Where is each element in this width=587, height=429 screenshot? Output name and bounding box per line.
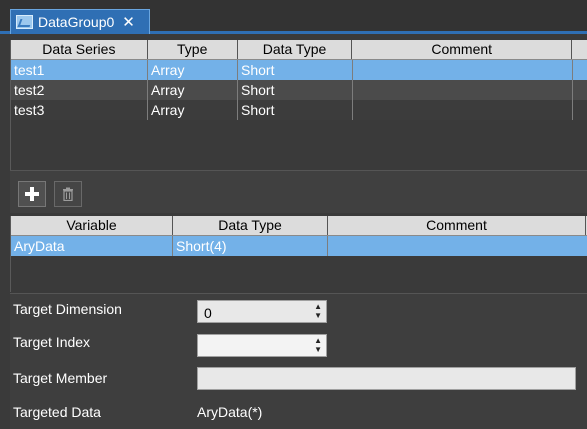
column-header-comment[interactable]: Comment: [328, 216, 586, 235]
data-trace-icon: [16, 15, 33, 29]
cell-comment[interactable]: [328, 236, 586, 256]
cell-data-type[interactable]: Short: [238, 80, 353, 100]
table-row[interactable]: AryData Short(4): [11, 236, 587, 256]
target-dimension-spinner[interactable]: 0 ▲ ▼: [197, 300, 327, 323]
column-header-variable[interactable]: Variable: [11, 216, 173, 235]
variable-table: Variable Data Type Comment AryData Short…: [10, 216, 587, 292]
table-row[interactable]: test3 Array Short: [11, 100, 587, 120]
target-dimension-label: Target Dimension: [13, 301, 122, 317]
target-dimension-value: 0: [204, 305, 212, 321]
cell-series[interactable]: test1: [11, 60, 148, 80]
cell-comment[interactable]: [353, 80, 573, 100]
targeted-data-value: AryData(*): [197, 404, 263, 420]
cell-series[interactable]: test2: [11, 80, 148, 100]
cell-data-type[interactable]: Short: [238, 60, 353, 80]
series-toolbar: [10, 170, 587, 213]
target-index-label: Target Index: [13, 334, 91, 350]
spinner-arrows-icon[interactable]: ▲ ▼: [314, 302, 322, 320]
cell-type[interactable]: Array: [148, 60, 238, 80]
trash-icon: [63, 187, 73, 201]
cell-series[interactable]: test3: [11, 100, 148, 120]
cell-data-type[interactable]: Short(4): [173, 236, 328, 256]
table-header: Variable Data Type Comment: [11, 216, 587, 236]
table-row[interactable]: test2 Array Short: [11, 80, 587, 100]
delete-button[interactable]: [54, 181, 82, 207]
tab-label: DataGroup0: [38, 14, 115, 30]
close-icon[interactable]: ✕: [122, 13, 135, 31]
column-header-data-type[interactable]: Data Type: [238, 40, 353, 59]
column-header-type[interactable]: Type: [148, 40, 238, 59]
target-index-spinner[interactable]: ▲ ▼: [197, 334, 327, 357]
column-header-data-type[interactable]: Data Type: [173, 216, 328, 235]
column-header-comment[interactable]: Comment: [352, 40, 573, 59]
editor-tab-strip: DataGroup0 ✕: [0, 0, 587, 34]
target-properties-panel: Target Dimension 0 ▲ ▼ Target Index ▲ ▼ Ta…: [10, 293, 587, 429]
cell-comment[interactable]: [353, 100, 573, 120]
table-row[interactable]: test1 Array Short: [11, 60, 587, 80]
target-member-field[interactable]: [197, 367, 576, 390]
cell-variable[interactable]: AryData: [11, 236, 173, 256]
cell-type[interactable]: Array: [148, 100, 238, 120]
plus-icon: [25, 187, 39, 201]
spinner-arrows-icon[interactable]: ▲ ▼: [314, 336, 322, 354]
add-button[interactable]: [18, 181, 46, 207]
target-member-label: Target Member: [13, 370, 108, 386]
targeted-data-label: Targeted Data: [13, 404, 101, 420]
cell-comment[interactable]: [353, 60, 573, 80]
table-header: Data Series Type Data Type Comment: [11, 40, 587, 60]
data-series-table: Data Series Type Data Type Comment test1…: [10, 40, 587, 170]
tab-datagroup0[interactable]: DataGroup0 ✕: [10, 9, 150, 34]
column-header-data-series[interactable]: Data Series: [11, 40, 148, 59]
cell-data-type[interactable]: Short: [238, 100, 353, 120]
cell-type[interactable]: Array: [148, 80, 238, 100]
